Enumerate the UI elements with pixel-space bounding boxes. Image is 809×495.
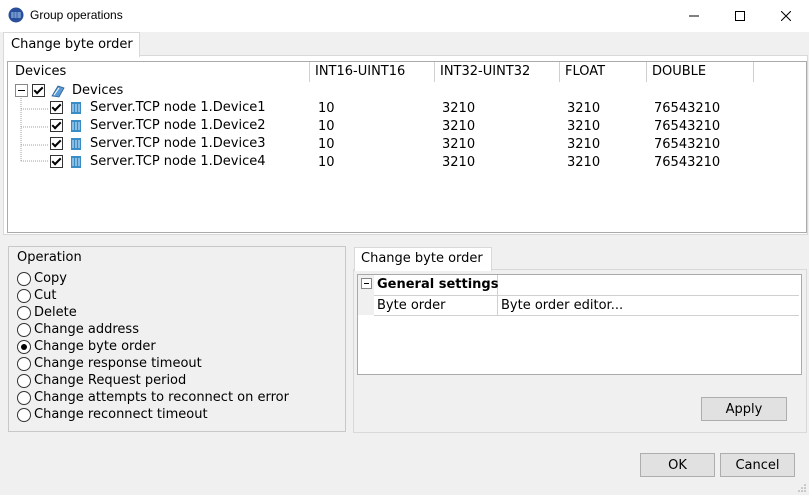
column-separator[interactable] — [434, 62, 435, 82]
radio-label[interactable]: Change response timeout — [34, 356, 202, 371]
resize-grip-icon[interactable] — [797, 483, 807, 493]
device-checkbox[interactable] — [50, 119, 63, 132]
radio-label[interactable]: Change Request period — [34, 373, 186, 388]
device-icon — [71, 120, 81, 132]
int32-value[interactable]: 3210 — [442, 137, 475, 152]
tree-root-label[interactable]: Devices — [72, 83, 123, 98]
radio-change-response-timeout[interactable] — [17, 357, 31, 371]
radio-change-byte-order[interactable] — [17, 340, 31, 354]
float-value[interactable]: 3210 — [567, 155, 600, 170]
maximize-icon — [735, 10, 745, 21]
int16-value[interactable]: 10 — [318, 137, 335, 152]
int32-value[interactable]: 3210 — [442, 119, 475, 134]
device-checkbox[interactable] — [50, 137, 63, 150]
column-header-int16[interactable]: INT16-UINT16 — [315, 64, 405, 82]
device-checkbox[interactable] — [50, 101, 63, 114]
radio-change-attempts-reconnect[interactable] — [17, 391, 31, 405]
device-name[interactable]: Server.TCP node 1.Device1 — [90, 100, 266, 115]
double-value[interactable]: 76543210 — [654, 119, 720, 134]
column-separator[interactable] — [753, 62, 754, 82]
double-value[interactable]: 76543210 — [654, 155, 720, 170]
float-value[interactable]: 3210 — [567, 119, 600, 134]
float-value[interactable]: 3210 — [567, 101, 600, 116]
tab-change-byte-order-settings[interactable]: Change byte order — [354, 247, 492, 271]
section-general-settings[interactable]: General settings — [377, 277, 498, 292]
double-value[interactable]: 76543210 — [654, 101, 720, 116]
radio-delete[interactable] — [17, 306, 31, 320]
device-checkbox[interactable] — [50, 155, 63, 168]
collapse-icon[interactable] — [361, 278, 372, 289]
column-header-float[interactable]: FLOAT — [565, 64, 605, 82]
splitter[interactable] — [0, 235, 809, 239]
tab-change-byte-order[interactable]: Change byte order — [3, 32, 140, 57]
radio-label[interactable]: Change byte order — [34, 339, 156, 354]
radio-change-reconnect-timeout[interactable] — [17, 408, 31, 422]
apply-button[interactable]: Apply — [701, 397, 787, 421]
minimize-button[interactable] — [671, 0, 717, 31]
root-checkbox[interactable] — [32, 84, 45, 97]
property-name[interactable]: Byte order — [377, 298, 446, 313]
collapse-icon[interactable] — [15, 84, 28, 97]
operation-title: Operation — [17, 250, 82, 265]
int32-value[interactable]: 3210 — [442, 101, 475, 116]
radio-copy[interactable] — [17, 272, 31, 286]
int32-value[interactable]: 3210 — [442, 155, 475, 170]
radio-label[interactable]: Cut — [34, 288, 56, 303]
int16-value[interactable]: 10 — [318, 119, 335, 134]
column-separator[interactable] — [646, 62, 647, 82]
radio-label[interactable]: Copy — [34, 271, 67, 286]
radio-label[interactable]: Change reconnect timeout — [34, 407, 208, 422]
tab-label: Change byte order — [11, 37, 133, 52]
int16-value[interactable]: 10 — [318, 155, 335, 170]
folder-devices-icon — [51, 85, 65, 98]
double-value[interactable]: 76543210 — [654, 137, 720, 152]
byte-order-editor-value[interactable]: Byte order editor... — [501, 298, 623, 313]
ok-button[interactable]: OK — [640, 453, 715, 477]
column-header-double[interactable]: DOUBLE — [652, 64, 706, 82]
radio-label[interactable]: Change attempts to reconnect on error — [34, 390, 289, 405]
device-name[interactable]: Server.TCP node 1.Device2 — [90, 118, 266, 133]
device-icon — [71, 138, 81, 150]
float-value[interactable]: 3210 — [567, 137, 600, 152]
device-icon — [71, 156, 81, 168]
minimize-icon — [689, 15, 699, 16]
radio-change-request-period[interactable] — [17, 374, 31, 388]
device-name[interactable]: Server.TCP node 1.Device3 — [90, 136, 266, 151]
column-separator[interactable] — [559, 62, 560, 82]
maximize-button[interactable] — [717, 0, 763, 31]
radio-label[interactable]: Delete — [34, 305, 77, 320]
column-header-devices[interactable]: Devices — [15, 64, 66, 82]
radio-label[interactable]: Change address — [34, 322, 139, 337]
close-button[interactable] — [763, 0, 809, 31]
tab-label: Change byte order — [361, 251, 483, 266]
column-separator[interactable] — [309, 62, 310, 82]
column-header-int32[interactable]: INT32-UINT32 — [440, 64, 530, 82]
window-title: Group operations — [30, 8, 123, 22]
app-icon — [8, 7, 24, 23]
close-icon — [781, 10, 791, 21]
cancel-button[interactable]: Cancel — [720, 453, 795, 477]
device-name[interactable]: Server.TCP node 1.Device4 — [90, 154, 266, 169]
radio-change-address[interactable] — [17, 323, 31, 337]
int16-value[interactable]: 10 — [318, 101, 335, 116]
radio-cut[interactable] — [17, 289, 31, 303]
device-icon — [71, 102, 81, 114]
